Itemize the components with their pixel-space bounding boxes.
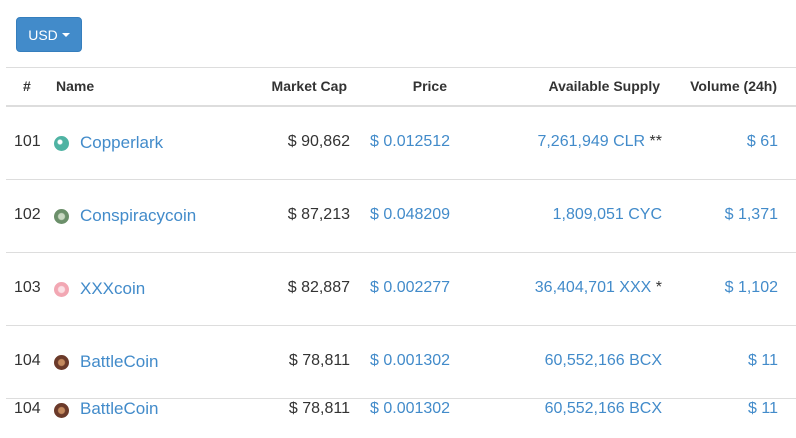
currency-label: USD — [28, 26, 58, 43]
supply-note: ** — [645, 133, 662, 150]
row-volume-link[interactable]: $ 61 — [747, 133, 778, 151]
row-supply-link[interactable]: 36,404,701 XXX — [535, 279, 652, 296]
header-available-supply[interactable]: Available Supply — [548, 78, 660, 94]
table-row: 103 XXXcoin $ 82,887 $ 0.002277 36,404,7… — [6, 253, 796, 326]
row-supply: 7,261,949 CLR ** — [537, 133, 662, 151]
row-market-cap: $ 82,887 — [287, 279, 350, 296]
xxxcoin-coin-icon — [54, 282, 69, 297]
row-rank: 101 — [14, 133, 41, 150]
table-header-row: # Name Market Cap Price Available Supply… — [6, 67, 796, 105]
row-supply: 1,809,051 CYC — [553, 206, 662, 224]
row-price-link[interactable]: $ 0.001302 — [370, 400, 450, 418]
table-row: 101 Copperlark $ 90,862 $ 0.012512 7,261… — [6, 107, 796, 180]
row-supply-link[interactable]: 60,552,166 BCX — [545, 400, 662, 417]
row-market-cap: $ 78,811 — [288, 352, 350, 369]
header-name[interactable]: Name — [56, 78, 94, 94]
coin-ranking-page: USD # Name Market Cap Price Available Su… — [0, 0, 796, 438]
row-supply-link[interactable]: 7,261,949 CLR — [537, 133, 645, 150]
copperlark-coin-icon — [54, 136, 69, 151]
row-rank: 102 — [14, 206, 41, 223]
coin-name-link[interactable]: BattleCoin — [80, 399, 158, 419]
row-supply-link[interactable]: 60,552,166 BCX — [545, 352, 662, 369]
row-market-cap: $ 90,862 — [287, 133, 350, 150]
conspiracycoin-coin-icon — [54, 209, 69, 224]
row-market-cap: $ 87,213 — [287, 206, 350, 223]
table-row: 104 BattleCoin $ 78,811 $ 0.001302 60,55… — [6, 372, 796, 438]
row-market-cap: $ 78,811 — [288, 400, 350, 417]
row-volume-link[interactable]: $ 11 — [748, 400, 778, 418]
caret-down-icon — [61, 32, 70, 37]
battlecoin-coin-icon — [54, 403, 69, 418]
header-volume-24h[interactable]: Volume (24h) — [690, 78, 777, 94]
row-price-link[interactable]: $ 0.012512 — [370, 133, 450, 151]
coin-name-link[interactable]: BattleCoin — [80, 352, 158, 372]
currency-dropdown-button[interactable]: USD — [16, 17, 82, 52]
row-supply: 60,552,166 BCX — [545, 352, 662, 370]
table-row: 102 Conspiracycoin $ 87,213 $ 0.048209 1… — [6, 180, 796, 253]
row-rank: 103 — [14, 279, 41, 296]
coin-name-link[interactable]: Copperlark — [80, 133, 163, 153]
row-volume-link[interactable]: $ 11 — [748, 352, 778, 370]
header-price[interactable]: Price — [413, 78, 447, 94]
row-price-link[interactable]: $ 0.001302 — [370, 352, 450, 370]
header-rank: # — [23, 78, 31, 94]
header-market-cap[interactable]: Market Cap — [272, 78, 347, 94]
coin-name-link[interactable]: XXXcoin — [80, 279, 145, 299]
coin-name-link[interactable]: Conspiracycoin — [80, 206, 196, 226]
row-price-link[interactable]: $ 0.048209 — [370, 206, 450, 224]
row-rank: 104 — [14, 352, 41, 369]
supply-note: * — [651, 279, 662, 296]
row-rank: 104 — [14, 400, 41, 417]
battlecoin-coin-icon — [54, 355, 69, 370]
row-supply: 36,404,701 XXX * — [535, 279, 662, 297]
row-supply-link[interactable]: 1,809,051 CYC — [553, 206, 662, 223]
row-volume-link[interactable]: $ 1,102 — [725, 279, 778, 297]
row-price-link[interactable]: $ 0.002277 — [370, 279, 450, 297]
row-volume-link[interactable]: $ 1,371 — [725, 206, 778, 224]
row-supply: 60,552,166 BCX — [545, 400, 662, 418]
